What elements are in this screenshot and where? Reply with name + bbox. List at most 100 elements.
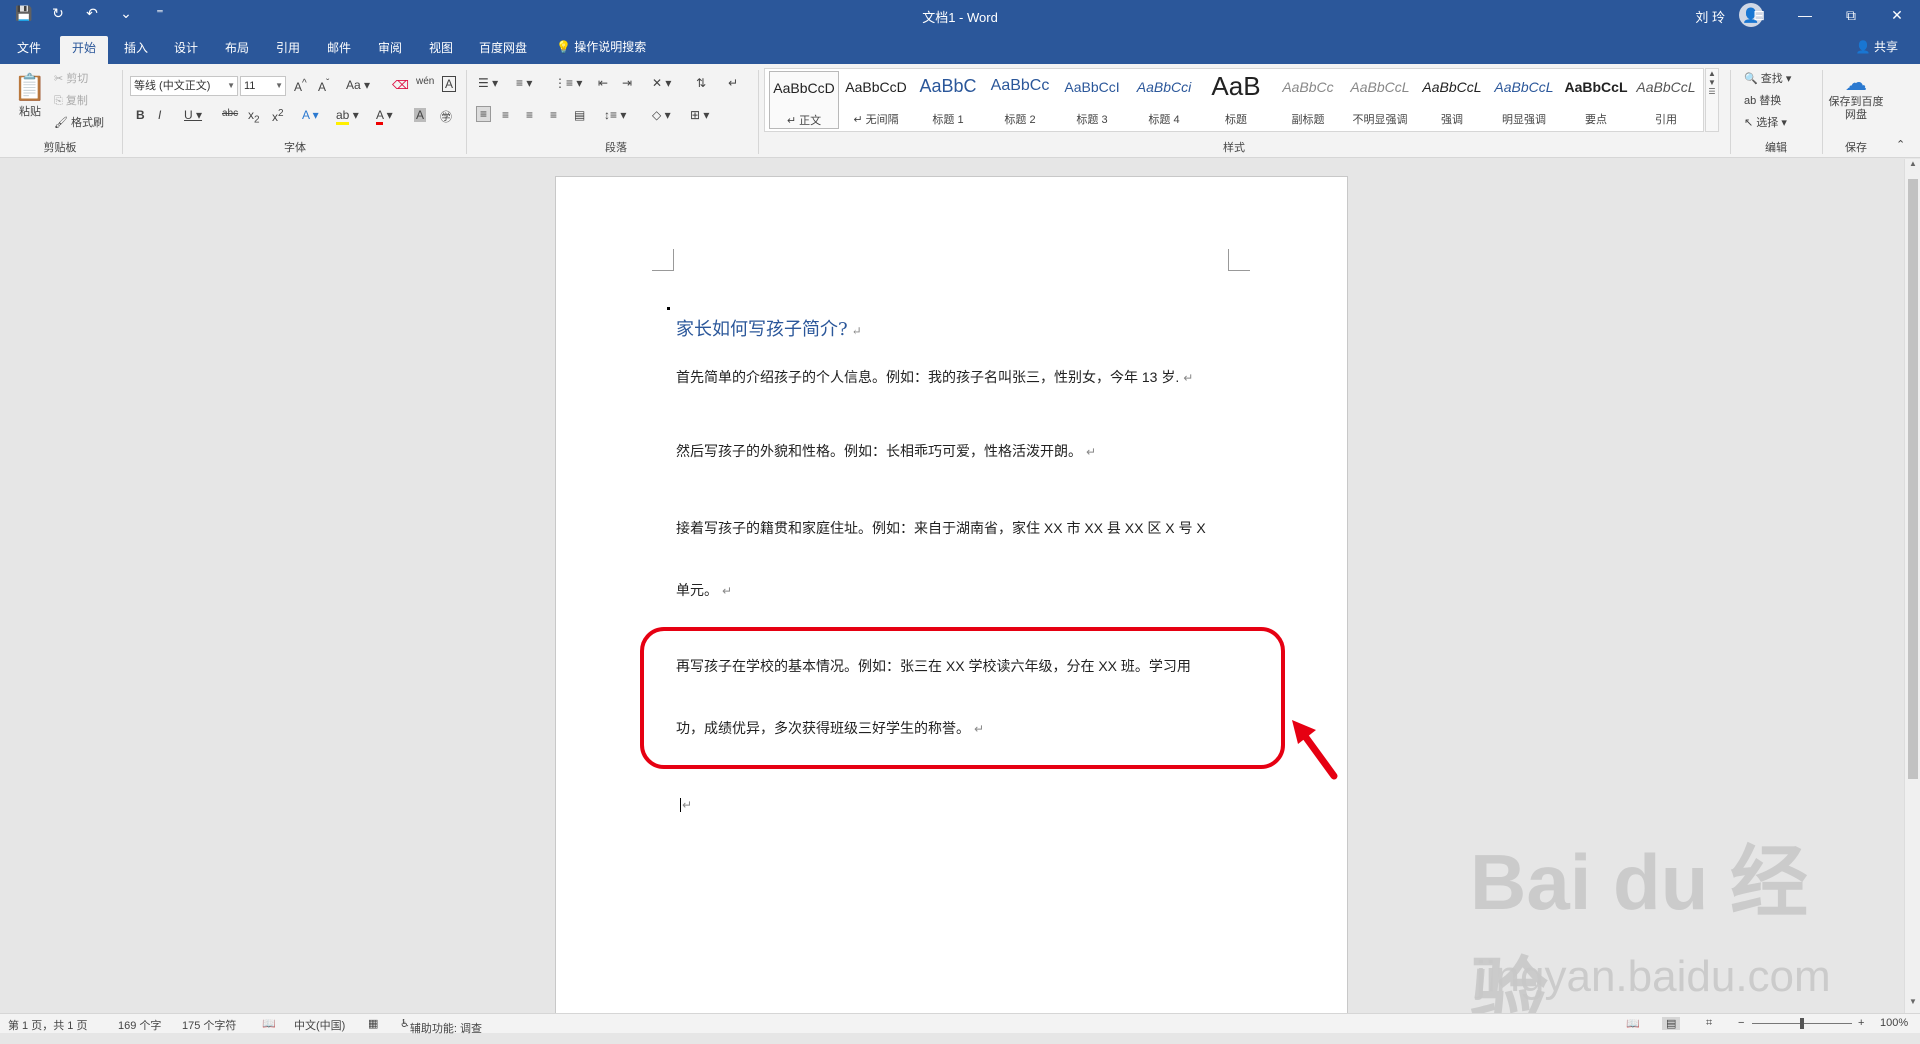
text-effects-icon[interactable]: A ▾ [302,108,319,122]
underline-icon[interactable]: U ▾ [184,108,202,122]
phonetic-guide-icon[interactable]: wén [416,76,434,87]
align-left-icon[interactable]: ≡ [476,106,492,122]
font-size-dropdown[interactable]: 11 ▼ [240,76,286,96]
minimize-button[interactable]: — [1782,0,1828,30]
customize-toolbar-icon[interactable]: ⁼ [150,5,170,22]
web-layout-icon[interactable]: ⌗ [1706,1017,1712,1030]
font-name-dropdown[interactable]: 等线 (中文正文) ▼ [130,76,238,96]
distributed-icon[interactable]: ▤ [574,108,585,122]
style-subtitle[interactable]: AaBbCc 副标题 [1273,71,1343,129]
zoom-level[interactable]: 100% [1880,1017,1908,1029]
superscript-icon[interactable]: x2 [272,108,284,124]
highlight-icon[interactable]: ab ▾ [336,108,359,125]
shrink-font-icon[interactable]: Aˇ [318,78,329,94]
clear-format-icon[interactable]: ⌫ [392,78,409,92]
zoom-out-icon[interactable]: − [1738,1017,1744,1029]
save-icon[interactable]: 💾 [14,5,34,22]
font-color-icon[interactable]: A ▾ [376,108,393,125]
restore-button[interactable]: ⧉ [1828,0,1874,30]
tab-insert[interactable]: 插入 [114,36,158,64]
change-case-icon[interactable]: Aa ▾ [346,78,370,92]
share-button[interactable]: 👤 共享 [1856,38,1898,55]
replace-button[interactable]: ab 替换 [1744,92,1781,108]
copy-button[interactable]: ⎘ 复制 [54,92,88,108]
language[interactable]: 中文(中国) [294,1017,345,1033]
zoom-in-icon[interactable]: + [1858,1017,1864,1029]
style-heading-3[interactable]: AaBbCcI 标题 3 [1057,71,1127,129]
user-name[interactable]: 刘 玲 [1695,7,1725,26]
scrollbar-thumb[interactable] [1908,179,1918,779]
increase-indent-icon[interactable]: ⇥ [622,76,632,90]
style-subtle-emphasis[interactable]: AaBbCcL 不明显强调 [1345,71,1415,129]
subscript-icon[interactable]: x2 [248,108,260,125]
bullets-icon[interactable]: ☰ ▾ [478,76,498,90]
justify-icon[interactable]: ≡ [550,108,557,122]
cut-button[interactable]: ✂ 剪切 [54,70,88,86]
document-heading[interactable]: 家长如何写孩子简介? ↵ [676,315,862,341]
multilevel-list-icon[interactable]: ⋮≡ ▾ [554,76,582,90]
style-heading-2[interactable]: AaBbCc 标题 2 [985,71,1055,129]
strikethrough-icon[interactable]: abc [222,108,238,119]
paragraph[interactable]: 接着写孩子的籍贯和家庭住址。例如：来自于湖南省，家住 XX 市 XX 县 XX … [676,518,1206,538]
italic-icon[interactable]: I [158,108,161,122]
enclose-characters-icon[interactable]: ㊫ [440,108,452,125]
chinese-layout-icon[interactable]: ✕ ▾ [652,76,671,90]
macro-icon[interactable]: ▦ [368,1017,378,1030]
line-spacing-icon[interactable]: ↕≡ ▾ [604,108,626,122]
scroll-down-icon[interactable]: ▼ [1905,997,1920,1013]
paragraph[interactable]: 然后写孩子的外貌和性格。例如：长相乖巧可爱，性格活泼开朗。 ↵ [676,441,1096,461]
tab-mailings[interactable]: 邮件 [317,36,361,64]
tell-me-search[interactable]: 💡 操作说明搜索 [556,38,646,55]
zoom-slider-thumb[interactable] [1800,1018,1804,1029]
shading-icon[interactable]: ◇ ▾ [652,108,671,122]
tab-design[interactable]: 设计 [164,36,208,64]
paste-button[interactable]: 📋 粘贴 [12,72,48,128]
style-quote[interactable]: AaBbCcL 引用 [1631,71,1701,129]
find-button[interactable]: 🔍 查找 ▾ [1744,70,1791,86]
read-mode-icon[interactable]: 📖 [1626,1017,1640,1030]
align-right-icon[interactable]: ≡ [526,108,533,122]
scroll-up-icon[interactable]: ▲ [1905,159,1920,175]
tab-view[interactable]: 视图 [419,36,463,64]
style-heading-1[interactable]: AaBbC 标题 1 [913,71,983,129]
style-emphasis[interactable]: AaBbCcL 强调 [1417,71,1487,129]
sort-icon[interactable]: ⇅ [696,76,706,90]
tab-layout[interactable]: 布局 [215,36,259,64]
tab-file[interactable]: 文件 [8,36,50,64]
style-strong[interactable]: AaBbCcL 要点 [1561,71,1631,129]
paragraph[interactable]: 首先简单的介绍孩子的个人信息。例如：我的孩子名叫张三，性别女，今年 13 岁. ↵ [676,367,1193,387]
character-border-icon[interactable]: A [442,76,457,92]
page-count[interactable]: 第 1 页，共 1 页 [8,1017,87,1033]
undo-icon[interactable]: ↶ [82,5,102,22]
document-page[interactable]: 家长如何写孩子简介? ↵ 首先简单的介绍孩子的个人信息。例如：我的孩子名叫张三，性… [555,176,1348,1026]
undo-dropdown-icon[interactable]: ⌄ [116,5,136,22]
paragraph[interactable]: 单元。 ↵ [676,580,732,600]
decrease-indent-icon[interactable]: ⇤ [598,76,608,90]
tab-home[interactable]: 开始 [60,36,108,64]
vertical-scrollbar[interactable]: ▲ ▼ [1904,159,1920,1013]
style-title[interactable]: AaB 标题 [1201,71,1271,129]
tab-references[interactable]: 引用 [266,36,310,64]
accessibility-status[interactable]: ♿ 辅助功能: 调查 [400,1017,482,1035]
char-count[interactable]: 175 个字符 [182,1017,236,1033]
text-cursor[interactable]: ↵ [676,796,693,812]
redo-icon[interactable]: ↻ [48,5,68,22]
proofing-icon[interactable]: 📖 [262,1017,276,1030]
numbering-icon[interactable]: ≡ ▾ [516,76,532,90]
align-center-icon[interactable]: ≡ [502,108,509,122]
show-marks-icon[interactable]: ↵ [728,76,738,90]
ribbon-display-icon[interactable]: ⊟ [1736,0,1782,30]
print-layout-icon[interactable]: ▤ [1662,1017,1681,1030]
select-button[interactable]: ↖ 选择 ▾ [1744,114,1787,130]
word-count[interactable]: 169 个字 [118,1017,161,1033]
styles-gallery-scroll[interactable]: ▲ ▼ ☰ [1705,68,1719,132]
borders-icon[interactable]: ⊞ ▾ [690,108,709,122]
style-intense-emphasis[interactable]: AaBbCcL 明显强调 [1489,71,1559,129]
tab-baidu-netdisk[interactable]: 百度网盘 [472,36,534,64]
save-to-baidu-button[interactable]: ☁ 保存到百度网盘 [1826,70,1886,122]
style-no-spacing[interactable]: AaBbCcD ↵ 无间隔 [841,71,911,129]
close-button[interactable]: ✕ [1874,0,1920,30]
style-heading-4[interactable]: AaBbCci 标题 4 [1129,71,1199,129]
style-normal[interactable]: AaBbCcD ↵ 正文 [769,71,839,129]
bold-icon[interactable]: B [136,108,145,122]
